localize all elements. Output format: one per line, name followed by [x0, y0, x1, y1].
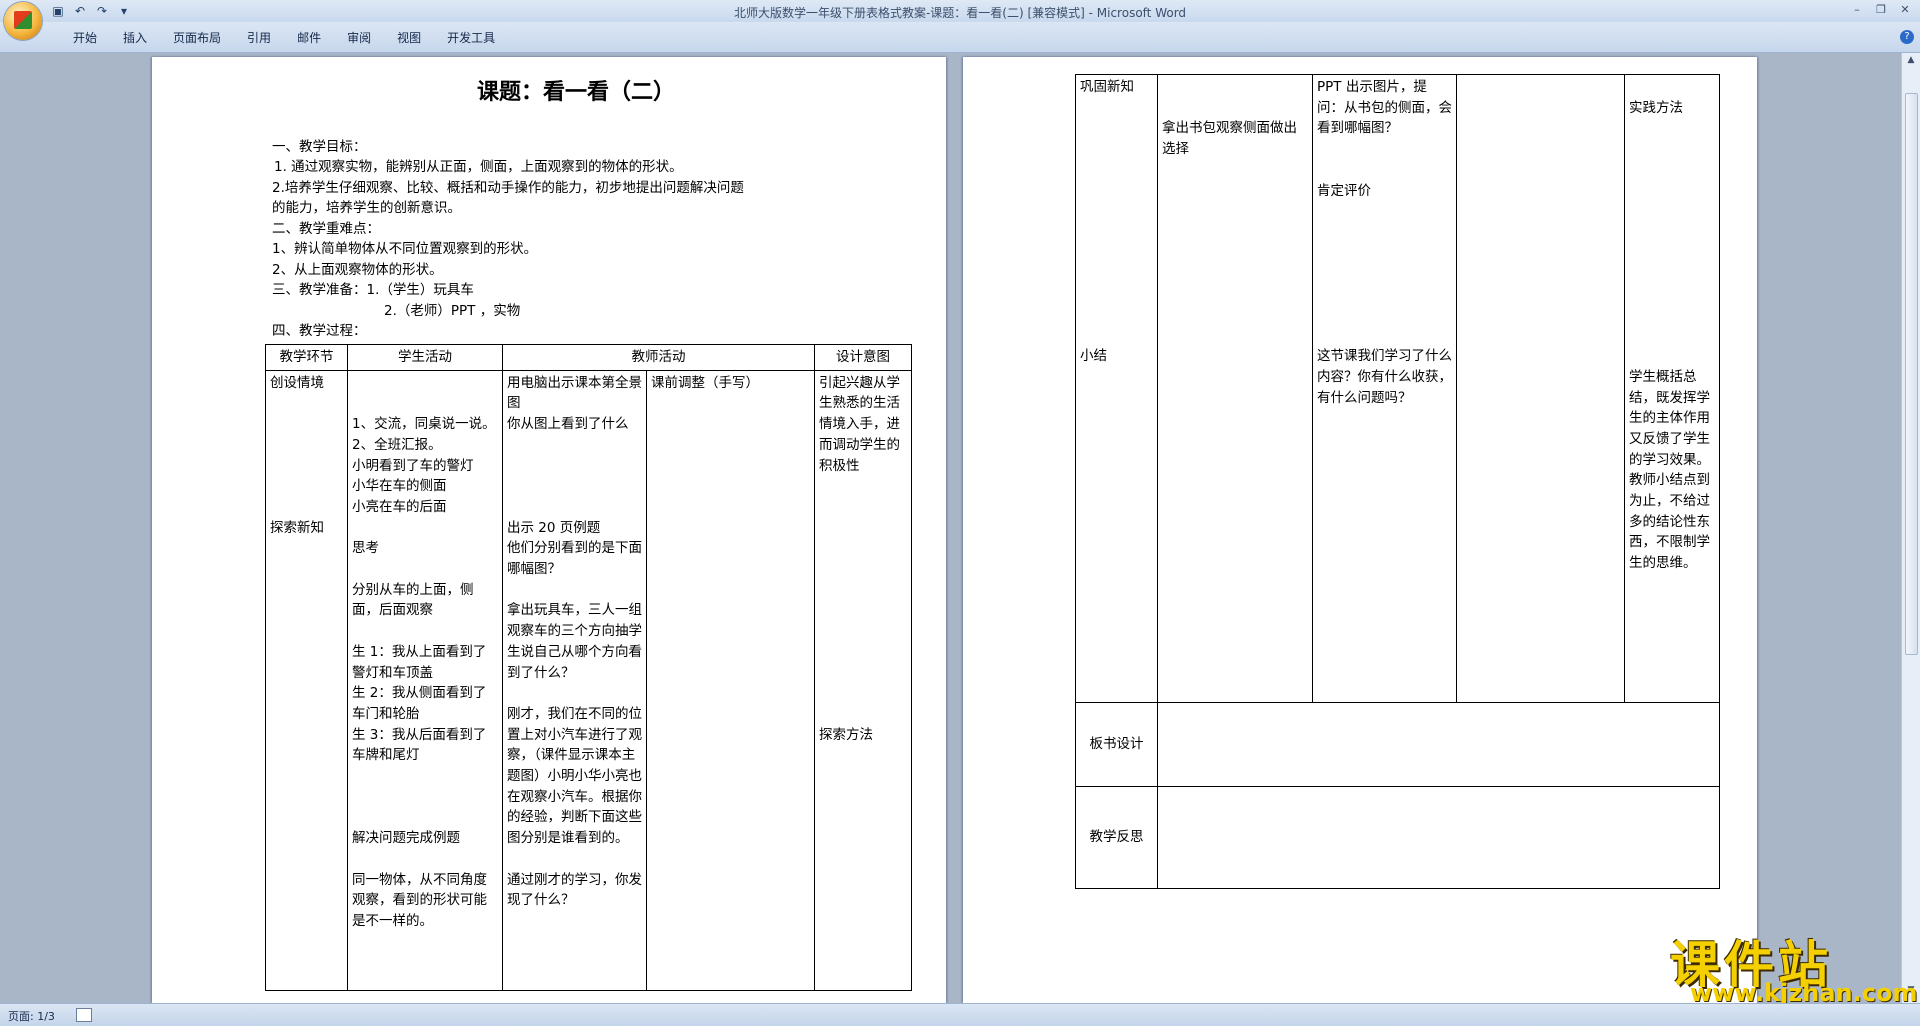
page-2: 巩固新知 小结 拿出书包观察侧面做出选择 PPT 出示图片，提问：从书包的侧面，… — [963, 57, 1757, 1003]
title-bar: ▣ ↶ ↷ ▾ 北师大版数学一年级下册表格式教案-课题：看一看(二) [兼容模式… — [0, 0, 1920, 23]
table-row: 巩固新知 小结 拿出书包观察侧面做出选择 PPT 出示图片，提问：从书包的侧面，… — [1075, 74, 1720, 703]
table-cell[interactable]: PPT 出示图片，提问：从书包的侧面，会看到哪幅图？ 肯定评价 这节课我们学习了… — [1312, 74, 1457, 703]
objective-2-cont[interactable]: 的能力，培养学生的创新意识。 — [272, 200, 461, 217]
scroll-up-icon[interactable]: ▲ — [1905, 55, 1917, 67]
ribbon-tabs: 开始 插入 页面布局 引用 邮件 审阅 视图 开发工具 — [60, 29, 508, 47]
reflection-row: 教学反思 — [1075, 786, 1720, 889]
keypoints-heading[interactable]: 二、教学重难点： — [272, 221, 380, 238]
table-cell[interactable]: 课前调整（手写） — [646, 369, 815, 991]
table-cell[interactable]: 实践方法 学生概括总结，既发挥学生的主体作用又反馈了学生的学习效果。教师小结点到… — [1624, 74, 1720, 703]
objective-1[interactable]: 1. 通过观察实物，能辨别从正面，侧面，上面观察到的物体的形状。 — [274, 159, 683, 176]
table-header-row: 教学环节 学生活动 教师活动 设计意图 — [265, 344, 912, 371]
tab-mailings[interactable]: 邮件 — [284, 29, 334, 47]
tab-page-layout[interactable]: 页面布局 — [160, 29, 234, 47]
close-icon[interactable]: ✕ — [1894, 2, 1916, 18]
ribbon: 开始 插入 页面布局 引用 邮件 审阅 视图 开发工具 ? — [0, 22, 1920, 53]
tab-review[interactable]: 审阅 — [334, 29, 384, 47]
table-cell[interactable]: 创设情境 探索新知 — [265, 369, 348, 991]
table-cell[interactable]: 1、交流，同桌说一说。 2、全班汇报。 小明看到了车的警灯 小华在车的侧面 小亮… — [347, 369, 503, 991]
help-icon[interactable]: ? — [1900, 30, 1914, 44]
reflection-cell[interactable] — [1157, 786, 1720, 889]
keypoint-2[interactable]: 2、从上面观察物体的形状。 — [272, 262, 443, 279]
objectives-heading[interactable]: 一、教学目标： — [272, 139, 367, 156]
page-indicator[interactable]: 页面: 1/3 — [8, 1008, 55, 1024]
status-bar: 页面: 1/3 — [0, 1003, 1920, 1026]
proofing-icon[interactable] — [76, 1008, 92, 1022]
board-design-label[interactable]: 板书设计 — [1075, 702, 1158, 787]
tab-view[interactable]: 视图 — [384, 29, 434, 47]
table-cell[interactable]: 引起兴趣从学生熟悉的生活情境入手，进而调动学生的积极性 探索方法 — [814, 369, 912, 991]
minimize-icon[interactable]: – — [1846, 2, 1868, 18]
header-cell[interactable]: 教学环节 — [265, 344, 348, 371]
table-row: 创设情境 探索新知 1、交流，同桌说一说。 2、全班汇报。 小明看到了车的警灯 … — [265, 369, 912, 991]
office-button[interactable] — [4, 2, 42, 40]
table-cell[interactable]: 用电脑出示课本第全景图 你从图上看到了什么 出示 20 页例题 他们分别看到的是… — [502, 369, 647, 991]
table-cell[interactable] — [1456, 74, 1625, 703]
board-design-cell[interactable] — [1157, 702, 1720, 787]
preparation-1[interactable]: 三、教学准备：1.（学生）玩具车 — [272, 282, 474, 299]
lesson-table-page2: 巩固新知 小结 拿出书包观察侧面做出选择 PPT 出示图片，提问：从书包的侧面，… — [1075, 74, 1720, 889]
scrollbar-thumb[interactable] — [1905, 93, 1918, 655]
page-1: 课题：看一看（二） 一、教学目标： 1. 通过观察实物，能辨别从正面，侧面，上面… — [152, 57, 946, 1003]
process-heading[interactable]: 四、教学过程： — [272, 323, 367, 340]
header-cell[interactable]: 学生活动 — [347, 344, 503, 371]
vertical-scrollbar[interactable]: ▲ ▼ — [1901, 53, 1920, 1003]
tab-insert[interactable]: 插入 — [110, 29, 160, 47]
kjzhan-watermark: 课件站 www.kjzhan.com — [1670, 925, 1917, 1007]
board-design-row: 板书设计 — [1075, 702, 1720, 787]
keypoint-1[interactable]: 1、辨认简单物体从不同位置观察到的形状。 — [272, 241, 537, 258]
lesson-title[interactable]: 课题：看一看（二） — [477, 79, 675, 107]
table-cell[interactable]: 拿出书包观察侧面做出选择 — [1157, 74, 1313, 703]
objective-2[interactable]: 2.培养学生仔细观察、比较、概括和动手操作的能力，初步地提出问题解决问题 — [272, 180, 744, 197]
lesson-table-page1: 教学环节 学生活动 教师活动 设计意图 创设情境 探索新知 1、交流，同桌说一说… — [265, 344, 912, 991]
header-cell[interactable]: 教师活动 — [502, 344, 815, 371]
header-cell[interactable]: 设计意图 — [814, 344, 912, 371]
restore-icon[interactable]: ❐ — [1870, 2, 1892, 18]
table-cell[interactable]: 巩固新知 小结 — [1075, 74, 1158, 703]
window-title: 北师大版数学一年级下册表格式教案-课题：看一看(二) [兼容模式] - Micr… — [733, 6, 1187, 20]
preparation-2[interactable]: 2.（老师）PPT ，实物 — [384, 303, 520, 320]
tab-developer[interactable]: 开发工具 — [434, 29, 508, 47]
tab-home[interactable]: 开始 — [60, 29, 110, 47]
office-logo-icon — [14, 11, 32, 29]
window-controls: – ❐ ✕ — [1846, 2, 1916, 18]
reflection-label[interactable]: 教学反思 — [1075, 786, 1158, 889]
tab-references[interactable]: 引用 — [234, 29, 284, 47]
